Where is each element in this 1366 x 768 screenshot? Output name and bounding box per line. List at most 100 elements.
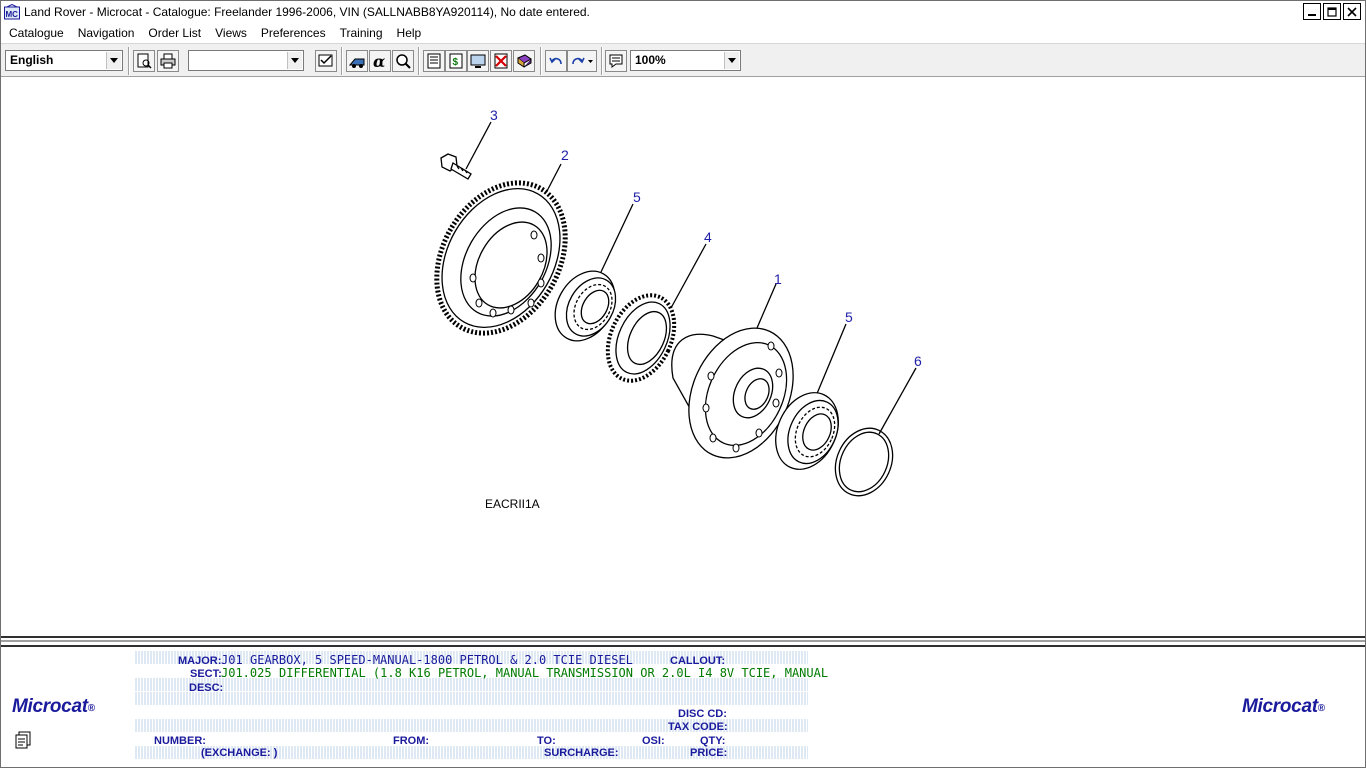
callout-1[interactable]: 1 (774, 271, 782, 287)
svg-text:MC: MC (6, 10, 19, 19)
window-title: Land Rover - Microcat - Catalogue: Freel… (24, 5, 590, 19)
menu-views[interactable]: Views (208, 23, 254, 43)
price-label: PRICE: (690, 747, 728, 759)
alpha-search-icon: α (373, 53, 385, 69)
sect-code: J01.025 (221, 666, 272, 680)
print-button[interactable] (157, 50, 179, 72)
language-select[interactable]: English (5, 50, 123, 71)
menu-help[interactable]: Help (390, 23, 429, 43)
major-description: GEARBOX, 5 SPEED-MANUAL-1800 PETROL & 2.… (250, 653, 633, 667)
print-icon (160, 53, 176, 69)
major-code: J01 (221, 653, 243, 667)
undo-button[interactable] (545, 50, 567, 72)
toolbar-separator (128, 47, 130, 75)
alpha-search-button[interactable]: α (369, 50, 391, 72)
logo-text: Microcat (12, 696, 88, 717)
svg-text:α: α (373, 53, 385, 69)
vin-search-button[interactable] (346, 50, 368, 72)
toolbar: English α $ 100% (1, 43, 1365, 77)
bolt-part (440, 153, 472, 180)
minimize-button[interactable] (1303, 3, 1321, 20)
notes-button[interactable] (605, 50, 627, 72)
menu-preferences[interactable]: Preferences (254, 23, 333, 43)
surcharge-label: SURCHARGE: (544, 747, 619, 759)
qty-label: QTY: (700, 735, 726, 747)
menu-bar: Catalogue Navigation Order List Views Pr… (1, 23, 1365, 43)
leader-line-6 (878, 367, 917, 435)
screen-button[interactable] (467, 50, 489, 72)
leader-line-4 (670, 243, 707, 309)
menu-catalogue[interactable]: Catalogue (2, 23, 71, 43)
menu-navigation[interactable]: Navigation (71, 23, 142, 43)
delete-button[interactable] (490, 50, 512, 72)
redo-icon (572, 57, 593, 65)
leader-line-2 (546, 163, 562, 192)
title-bar: MC Land Rover - Microcat - Catalogue: Fr… (1, 1, 1365, 23)
panel-splitter[interactable] (1, 636, 1365, 647)
callout-6[interactable]: 6 (914, 353, 922, 369)
checklist-button[interactable] (315, 50, 337, 72)
toolbar-separator (418, 47, 420, 75)
microcat-logo-right: Microcat® (1242, 696, 1325, 718)
notes-icon (609, 54, 623, 68)
leader-line-3 (465, 121, 492, 170)
order-button[interactable]: $ (445, 50, 467, 72)
logo-mark: ® (1317, 703, 1325, 714)
leader-line-5a (600, 203, 634, 273)
close-button[interactable] (1343, 3, 1361, 20)
menu-order-list[interactable]: Order List (141, 23, 208, 43)
undo-icon (549, 57, 562, 65)
order-icon: $ (449, 53, 463, 69)
catalogue-button[interactable] (423, 50, 445, 72)
sect-label: SECT: (190, 668, 222, 680)
print-preview-icon (137, 53, 152, 69)
svg-text:$: $ (453, 57, 459, 68)
callout-5-right[interactable]: 5 (845, 309, 853, 325)
number-label: NUMBER: (154, 735, 206, 747)
window-controls (1303, 3, 1361, 20)
leader-line-5b (815, 323, 847, 397)
major-label: MAJOR: (178, 655, 222, 667)
part-details-grid: MAJOR: J01 GEARBOX, 5 SPEED-MANUAL-1800 … (135, 651, 828, 761)
checklist-icon (318, 54, 333, 67)
redo-button[interactable] (567, 50, 597, 72)
chevron-down-icon (287, 52, 302, 69)
toolbar-separator (601, 47, 603, 75)
to-label: TO: (537, 735, 556, 747)
sect-description: DIFFERENTIAL (1.8 K16 PETROL, MANUAL TRA… (279, 666, 829, 680)
language-select-value: English (10, 53, 54, 67)
desc-label: DESC: (189, 682, 224, 694)
callout-4[interactable]: 4 (704, 229, 712, 245)
document-icon[interactable] (15, 731, 33, 749)
microcat-logo-left: Microcat® (12, 696, 95, 718)
leader-line-1 (756, 283, 777, 329)
menu-training[interactable]: Training (333, 23, 390, 43)
zoom-select[interactable]: 100% (630, 50, 741, 71)
toolbar-separator (341, 47, 343, 75)
zoom-select-value: 100% (635, 53, 666, 67)
parts-select[interactable] (188, 50, 304, 71)
osi-label: OSI: (642, 735, 665, 747)
from-label: FROM: (393, 735, 430, 747)
catalogue-icon (427, 53, 441, 69)
delete-icon (494, 53, 508, 69)
screen-icon (470, 54, 486, 68)
application-window: MC Land Rover - Microcat - Catalogue: Fr… (0, 0, 1366, 768)
illustration-code: EACRII1A (485, 497, 540, 511)
maximize-button[interactable] (1323, 3, 1341, 20)
book-button[interactable] (513, 50, 535, 72)
differential-exploded-diagram (434, 121, 917, 497)
find-button[interactable] (392, 50, 414, 72)
microcat-app-icon[interactable]: MC (4, 4, 20, 20)
callout-3[interactable]: 3 (490, 107, 498, 123)
chevron-down-icon (724, 52, 739, 69)
print-preview-button[interactable] (133, 50, 155, 72)
chevron-down-icon (106, 52, 121, 69)
toolbar-separator (540, 47, 542, 75)
callout-5-left[interactable]: 5 (633, 189, 641, 205)
logo-mark: ® (87, 703, 95, 714)
grid-stripe (135, 692, 808, 705)
book-icon (517, 54, 532, 68)
callout-2[interactable]: 2 (561, 147, 569, 163)
illustration-canvas[interactable]: 3 2 5 4 1 5 6 EACRII1A (1, 78, 1365, 636)
